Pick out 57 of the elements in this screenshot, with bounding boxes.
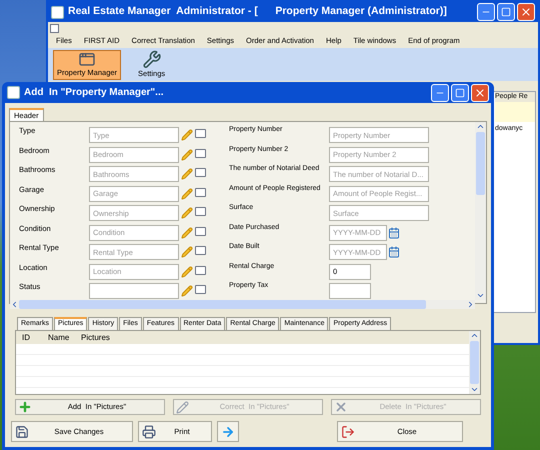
pencil-icon[interactable] [181, 148, 193, 160]
clear-button[interactable] [195, 285, 206, 294]
pencil-icon[interactable] [181, 188, 193, 200]
close-icon [520, 6, 532, 18]
scroll-right-icon[interactable] [466, 300, 475, 308]
scroll-up-icon[interactable] [476, 122, 485, 131]
clear-button[interactable] [195, 129, 206, 138]
exit-icon [341, 424, 355, 438]
input-field[interactable] [89, 283, 179, 299]
document-icon [50, 24, 59, 32]
close-button[interactable] [517, 3, 535, 21]
scroll-left-icon[interactable] [10, 300, 19, 308]
pencil-icon[interactable] [181, 168, 193, 180]
printer-icon [142, 424, 156, 438]
scroll-down-icon[interactable] [470, 385, 479, 394]
scroll-up-icon[interactable] [470, 331, 479, 340]
close-button[interactable] [471, 84, 489, 102]
horizontal-scrollbar[interactable] [10, 300, 475, 308]
app-icon [51, 6, 64, 18]
clear-button[interactable] [195, 148, 206, 158]
save-icon [15, 424, 29, 438]
pencil-icon[interactable] [181, 285, 193, 297]
clear-button[interactable] [195, 226, 206, 236]
calendar-icon[interactable] [388, 226, 400, 238]
plus-icon [18, 400, 32, 414]
tools-icon [142, 50, 162, 68]
minimize-button[interactable] [431, 84, 449, 102]
column-header[interactable]: Pictures [75, 332, 116, 344]
pencil-icon[interactable] [181, 129, 193, 141]
clear-button[interactable] [195, 168, 206, 177]
clear-button[interactable] [195, 188, 206, 196]
next-button[interactable] [217, 421, 239, 442]
window-icon [77, 50, 98, 68]
number-field[interactable] [329, 283, 371, 299]
clear-button[interactable] [195, 207, 206, 216]
pencil-icon[interactable] [181, 226, 193, 238]
maximize-icon [455, 88, 465, 98]
maximize-icon [501, 7, 511, 17]
dialog-title: Add In "Property Manager"... [24, 86, 165, 100]
app-icon [7, 86, 20, 99]
vertical-scrollbar[interactable] [469, 331, 480, 394]
pencil-icon[interactable] [181, 246, 193, 258]
column-header[interactable]: Name [42, 332, 75, 344]
maximize-button[interactable] [497, 3, 515, 21]
minimize-button[interactable] [477, 3, 495, 21]
vertical-scrollbar[interactable] [475, 122, 486, 300]
clear-button[interactable] [195, 246, 206, 255]
delete-icon [334, 400, 348, 414]
window-title: Real Estate Manager Administrator - [ Property Manager (Administrator)] [68, 4, 448, 20]
pencil-icon [176, 400, 189, 414]
pencil-icon[interactable] [181, 207, 193, 219]
clear-button[interactable] [195, 266, 206, 274]
close-icon [474, 86, 486, 98]
calendar-icon[interactable] [388, 246, 400, 258]
pencil-icon[interactable] [181, 266, 193, 278]
maximize-button[interactable] [451, 84, 469, 102]
column-header[interactable]: ID [16, 332, 42, 344]
